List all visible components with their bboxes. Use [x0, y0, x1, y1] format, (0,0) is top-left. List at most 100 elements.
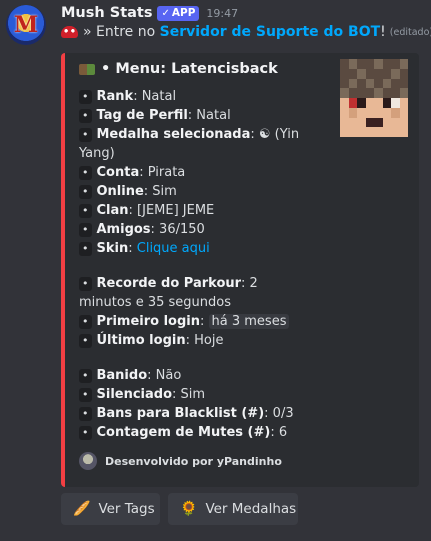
- head-pixel: [374, 88, 383, 98]
- head-pixel: [382, 127, 391, 137]
- head-pixel: [348, 88, 357, 98]
- skin-link[interactable]: Clique aqui: [137, 241, 210, 256]
- head-pixel: [399, 98, 408, 108]
- field-clan: • Clan: [JEME] JEME: [79, 201, 309, 220]
- bullet-icon: •: [79, 128, 92, 142]
- head-pixel: [340, 98, 349, 108]
- field-value: : Natal: [187, 108, 231, 123]
- head-pixel: [399, 88, 408, 98]
- head-pixel: [340, 88, 349, 98]
- head-pixel: [357, 127, 366, 137]
- view-tags-label: Ver Tags: [98, 501, 155, 517]
- bullet-icon: •: [79, 242, 92, 256]
- field-label: Skin: [96, 241, 129, 256]
- head-pixel: [365, 117, 374, 128]
- app-badge: ✓ APP: [157, 5, 200, 21]
- field-value: :: [128, 241, 137, 256]
- bullet-icon: •: [79, 185, 92, 199]
- field-first-login: • Primeiro login: há 3 meses: [79, 312, 309, 331]
- message-content: » Entre no Servidor de Suporte do BOT! (…: [61, 22, 431, 42]
- head-pixel: [348, 98, 357, 108]
- head-pixel: [365, 107, 374, 118]
- head-pixel: [348, 127, 357, 137]
- head-pixel: [374, 117, 383, 128]
- head-pixel: [391, 68, 400, 79]
- support-server-link[interactable]: Servidor de Suporte do BOT: [160, 24, 381, 40]
- head-pixel: [391, 117, 400, 128]
- field-muted: • Silenciado: Sim: [79, 385, 309, 404]
- view-tags-button[interactable]: 🥖 Ver Tags: [61, 493, 160, 525]
- field-label: Medalha selecionada: [96, 127, 251, 142]
- field-value: : Sim: [172, 387, 206, 402]
- head-pixel: [374, 127, 383, 137]
- head-pixel: [357, 117, 366, 128]
- bullet-icon: •: [79, 223, 92, 237]
- field-label: Contagem de Mutes (#): [96, 425, 271, 440]
- field-label: Banido: [96, 368, 148, 383]
- first-login-timestamp[interactable]: há 3 meses: [208, 314, 290, 329]
- footer-avatar: [79, 452, 97, 470]
- field-friends: • Amigos: 36/150: [79, 220, 309, 239]
- head-pixel: [399, 117, 408, 128]
- head-pixel: [340, 107, 349, 118]
- timestamp[interactable]: 19:47: [206, 7, 238, 20]
- embed-fields: • Rank: Natal • Tag de Perfil: Natal • Meda…: [79, 87, 309, 442]
- edited-label: (editado): [389, 26, 431, 38]
- bullet-icon: •: [79, 407, 92, 421]
- bullet-icon: •: [79, 109, 92, 123]
- head-pixel: [399, 59, 408, 69]
- head-pixel: [382, 68, 391, 79]
- head-pixel: [340, 117, 349, 128]
- field-skin: • Skin: Clique aqui: [79, 239, 309, 258]
- field-rank: • Rank: Natal: [79, 87, 309, 106]
- field-last-login: • Último login: Hoje: [79, 331, 309, 350]
- bullet-icon: •: [79, 426, 92, 440]
- head-pixel: [374, 59, 383, 69]
- head-pixel: [391, 107, 400, 118]
- field-online: • Online: Sim: [79, 182, 309, 201]
- head-pixel: [399, 127, 408, 137]
- field-account: • Conta: Pirata: [79, 163, 309, 182]
- verified-check-icon: ✓: [161, 7, 170, 19]
- bullet-icon: •: [79, 388, 92, 402]
- field-label: Conta: [96, 165, 140, 180]
- player-head-thumbnail[interactable]: [340, 59, 408, 137]
- bot-avatar[interactable]: M: [6, 5, 46, 45]
- field-label: Amigos: [96, 222, 151, 237]
- field-label: Rank: [96, 89, 134, 104]
- head-pixel: [382, 88, 391, 98]
- stats-embed: • Menu: Latencisback • Rank: Natal • Tag d…: [61, 53, 419, 487]
- mushroom-icon: [61, 26, 78, 38]
- field-mutes: • Contagem de Mutes (#): 6: [79, 423, 309, 442]
- field-value: : Natal: [133, 89, 177, 104]
- head-pixel: [357, 68, 366, 79]
- head-pixel: [374, 98, 383, 108]
- head-pixel: [391, 59, 400, 69]
- field-label: Bans para Blacklist (#): [96, 406, 265, 421]
- head-pixel: [365, 68, 374, 79]
- embed-title-text: • Menu: Latencisback: [101, 61, 278, 77]
- head-pixel: [365, 88, 374, 98]
- content-suffix: !: [380, 24, 386, 40]
- field-value: : Pirata: [139, 165, 186, 180]
- username[interactable]: Mush Stats: [61, 5, 152, 21]
- head-pixel: [357, 88, 366, 98]
- head-pixel: [340, 59, 349, 69]
- view-medals-button[interactable]: 🌻 Ver Medalhas: [168, 493, 298, 525]
- head-pixel: [348, 78, 357, 89]
- head-pixel: [348, 117, 357, 128]
- head-pixel: [399, 68, 408, 79]
- head-pixel: [374, 78, 383, 89]
- head-pixel: [391, 98, 400, 108]
- head-pixel: [382, 117, 391, 128]
- embed-title: • Menu: Latencisback: [79, 61, 278, 77]
- message-header: Mush Stats ✓ APP 19:47: [61, 4, 238, 22]
- field-banned: • Banido: Não: [79, 366, 309, 385]
- field-label: Primeiro login: [96, 314, 201, 329]
- head-pixel: [365, 78, 374, 89]
- head-pixel: [382, 98, 391, 108]
- head-pixel: [340, 78, 349, 89]
- head-pixel: [348, 68, 357, 79]
- head-pixel: [340, 68, 349, 79]
- field-label: Silenciado: [96, 387, 173, 402]
